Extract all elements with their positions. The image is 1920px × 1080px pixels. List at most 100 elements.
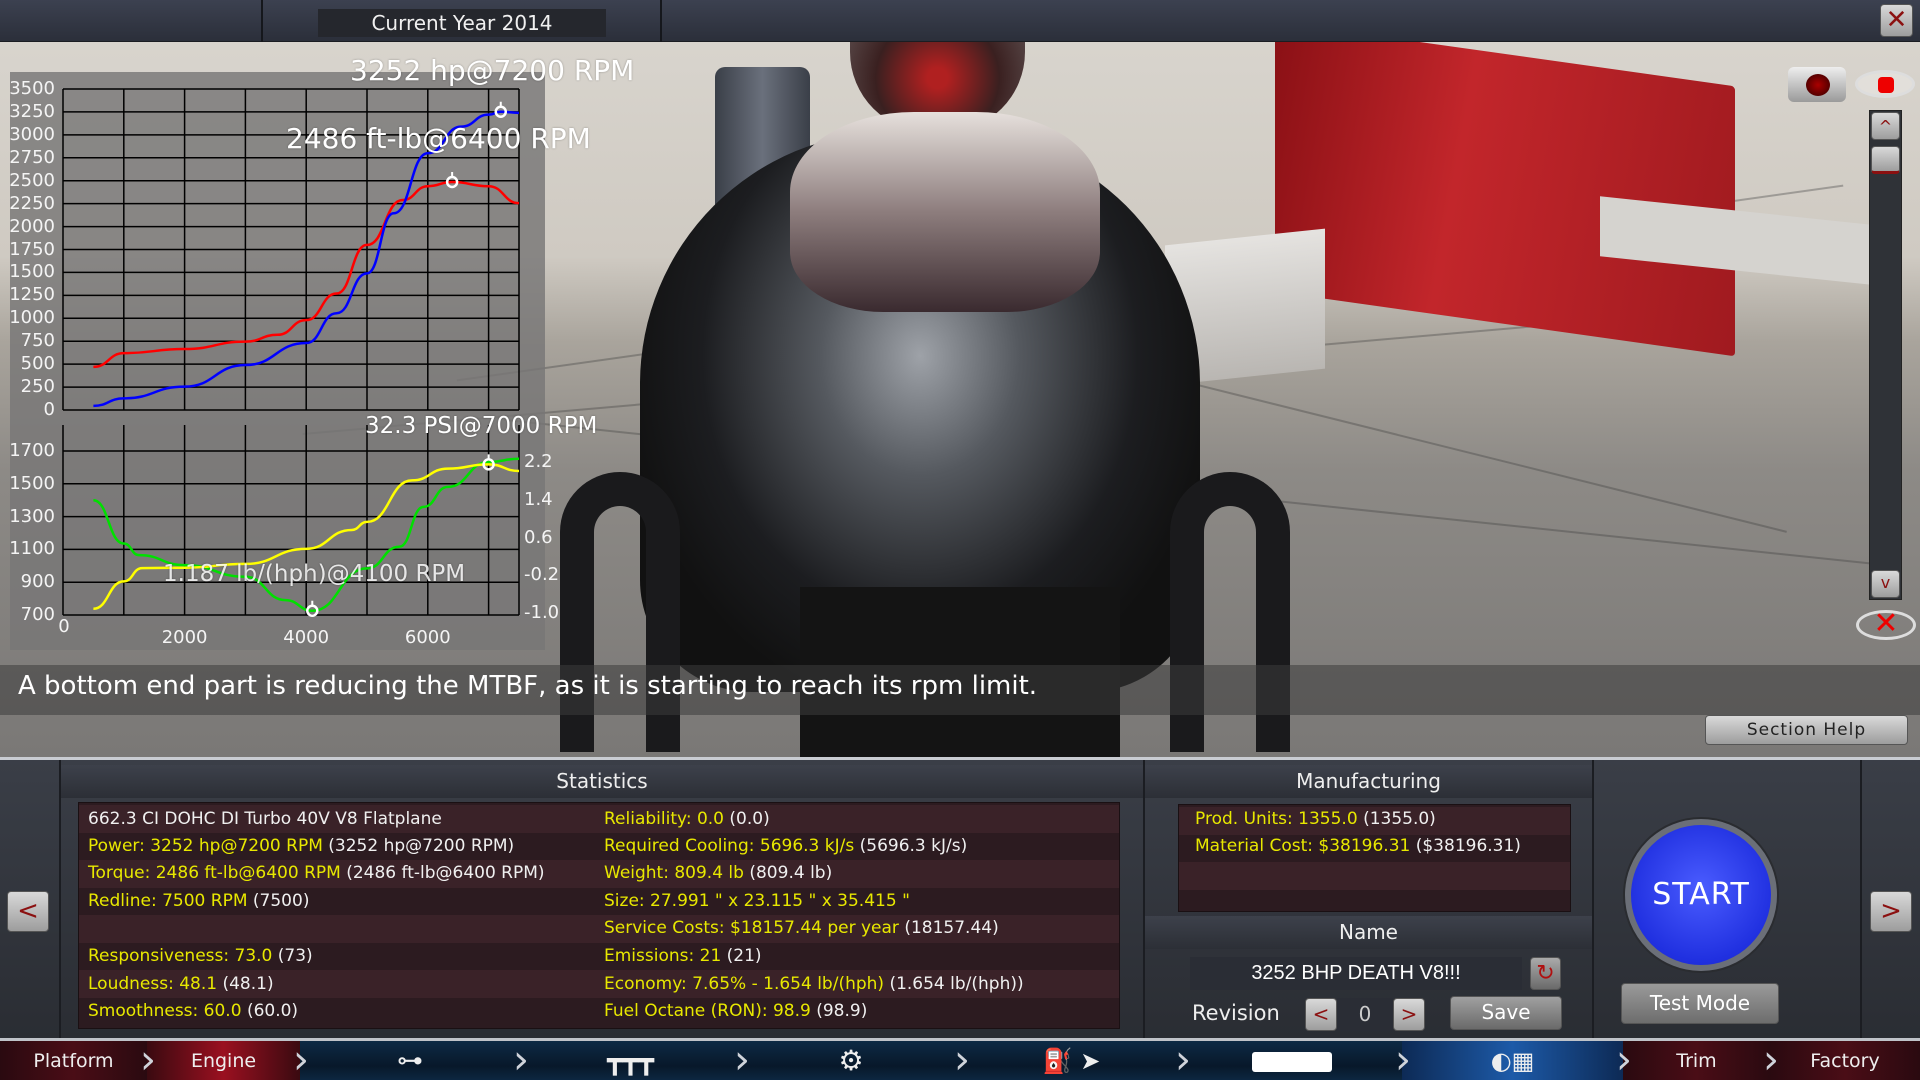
y-tick-label: 1750 (9, 238, 55, 260)
stat-value: Economy: 7.65% - 1.654 lb/(hph) (604, 974, 885, 994)
stat-previous: (98.9) (816, 1001, 868, 1021)
y-tick-label: 900 (20, 571, 55, 593)
chevron-right-icon: › (1175, 1038, 1191, 1080)
nav-prev-button[interactable]: < (7, 891, 49, 932)
y2-tick-label: 1.4 (524, 488, 553, 510)
fuel-system-icon: ⛽ ➤ (1042, 1047, 1101, 1075)
torque-peak-label: 2486 ft-lb@6400 RPM (286, 122, 591, 155)
statistics-header: Statistics (61, 765, 1143, 798)
y-tick-label: 250 (20, 376, 55, 398)
nav-tuning[interactable]: ◐▦ (1402, 1041, 1623, 1080)
eye-crossed-icon[interactable]: ✕ (1856, 609, 1916, 640)
material-cost: Material Cost: $38196.31 ($38196.31) (1195, 836, 1521, 856)
stat-value: Size: 27.991 " x 23.115 " x 35.415 " (604, 891, 910, 911)
chevron-right-icon: › (513, 1038, 529, 1080)
stat-right-3: Size: 27.991 " x 23.115 " x 35.415 " (604, 891, 910, 911)
revision-next-button[interactable]: > (1393, 998, 1425, 1031)
divider (660, 0, 662, 42)
eye-icon[interactable] (1855, 70, 1915, 98)
nav-factory[interactable]: Factory (1770, 1041, 1920, 1080)
stat-value: Weight: 809.4 lb (604, 863, 744, 883)
stat-right-7: Fuel Octane (RON): 98.9 (98.9) (604, 1001, 867, 1021)
stat-right-2: Weight: 809.4 lb (809.4 lb) (604, 863, 832, 883)
divider (1592, 760, 1594, 1038)
stat-value: Smoothness: 60.0 (88, 1001, 242, 1021)
section-help-button[interactable]: Section Help (1705, 715, 1908, 745)
economy-peak-label: 1.187 lb/(hph)@4100 RPM (163, 561, 466, 587)
stat-previous: (2486 ft-lb@6400 RPM) (346, 863, 545, 883)
start-button[interactable]: START (1625, 819, 1777, 971)
close-x-icon: ✕ (1885, 5, 1908, 35)
nav-trim[interactable]: Trim (1623, 1041, 1770, 1080)
stat-left-6: Loudness: 48.1 (48.1) (88, 974, 274, 994)
nav-fuel-system[interactable]: ⛽ ➤ (961, 1041, 1182, 1080)
stat-right-0: Reliability: 0.0 (0.0) (604, 809, 770, 829)
refresh-icon: ↻ (1536, 961, 1555, 986)
stat-previous: (5696.3 kJ/s) (859, 836, 968, 856)
stat-previous: (3252 hp@7200 RPM) (328, 836, 515, 856)
divider (1143, 760, 1145, 1038)
reset-name-button[interactable]: ↻ (1530, 957, 1561, 990)
y-tick-label: 1700 (9, 440, 55, 461)
y2-tick-label: -0.2 (524, 564, 560, 586)
scroll-thumb[interactable] (1871, 146, 1900, 174)
stat-value: Reliability: 0.0 (604, 809, 724, 829)
nav-turbo[interactable]: ⚙ (741, 1041, 961, 1080)
nav-bottom-end[interactable]: ⊶ (300, 1041, 520, 1080)
y-tick-label: 500 (20, 353, 55, 375)
y-tick-label: 3500 (9, 78, 55, 99)
stat-value: 662.3 CI DOHC DI Turbo 40V V8 Flatplane (88, 809, 442, 829)
tuning-icon: ◐▦ (1490, 1047, 1535, 1075)
nav-platform[interactable]: Platform (0, 1041, 147, 1080)
nav-engine[interactable]: Engine (147, 1041, 300, 1080)
revision-label: Revision (1192, 1001, 1280, 1025)
stat-previous: (0.0) (729, 809, 770, 829)
stat-value: Emissions: 21 (604, 946, 722, 966)
boost-peak-label: 32.3 PSI@7000 RPM (365, 413, 598, 439)
nav-next-button[interactable]: > (1870, 891, 1912, 932)
scroll-up-button[interactable]: ^ (1871, 112, 1900, 140)
revision-prev-button[interactable]: < (1305, 998, 1337, 1031)
stat-value: Responsiveness: 73.0 (88, 946, 273, 966)
chevron-right-icon: › (1395, 1038, 1411, 1080)
nav-top-end[interactable]: ┳┳┳ (520, 1041, 741, 1080)
y-tick-label: 750 (20, 330, 55, 352)
stat-right-5: Emissions: 21 (21) (604, 946, 762, 966)
y-tick-label: 1000 (9, 307, 55, 329)
y-tick-label: 0 (43, 399, 55, 420)
stat-left-0: 662.3 CI DOHC DI Turbo 40V V8 Flatplane (88, 809, 442, 829)
chevron-right-icon: › (954, 1038, 970, 1080)
turbo-icon: ⚙ (838, 1044, 864, 1077)
view-scrollbar[interactable] (1869, 110, 1902, 600)
stat-left-1: Power: 3252 hp@7200 RPM (3252 hp@7200 RP… (88, 836, 514, 856)
engine-intake (790, 112, 1100, 312)
chevron-right-icon: › (734, 1038, 750, 1080)
nav-exhaust[interactable] (1182, 1041, 1402, 1080)
stat-previous: (809.4 lb) (749, 863, 833, 883)
y2-tick-label: 2.2 (524, 451, 553, 472)
stat-right-1: Required Cooling: 5696.3 kJ/s (5696.3 kJ… (604, 836, 967, 856)
stat-left-7: Smoothness: 60.0 (60.0) (88, 1001, 298, 1021)
close-button[interactable]: ✕ (1880, 4, 1913, 37)
manufacturing-header: Manufacturing (1145, 765, 1592, 798)
camera-icon[interactable] (1788, 67, 1846, 102)
engine-name-input[interactable] (1190, 957, 1522, 990)
scroll-down-button[interactable]: v (1871, 570, 1900, 598)
stat-left-5: Responsiveness: 73.0 (73) (88, 946, 313, 966)
save-button[interactable]: Save (1450, 996, 1562, 1030)
y-tick-label: 2750 (9, 146, 55, 168)
stat-value: Redline: 7500 RPM (88, 891, 248, 911)
y-tick-label: 2000 (9, 215, 55, 237)
name-header: Name (1145, 916, 1592, 949)
stat-right-4: Service Costs: $18157.44 per year (18157… (604, 918, 999, 938)
stat-value: Loudness: 48.1 (88, 974, 218, 994)
x-tick-label: 0 (58, 616, 70, 637)
test-mode-button[interactable]: Test Mode (1621, 983, 1779, 1024)
chevron-right-icon: › (140, 1038, 156, 1080)
chevron-right-icon: › (1616, 1038, 1632, 1080)
y-tick-label: 1500 (9, 472, 55, 494)
y-tick-label: 3250 (9, 100, 55, 122)
y-tick-label: 1100 (9, 538, 55, 560)
y-tick-label: 3000 (9, 123, 55, 145)
chevron-right-icon: › (1763, 1038, 1779, 1080)
